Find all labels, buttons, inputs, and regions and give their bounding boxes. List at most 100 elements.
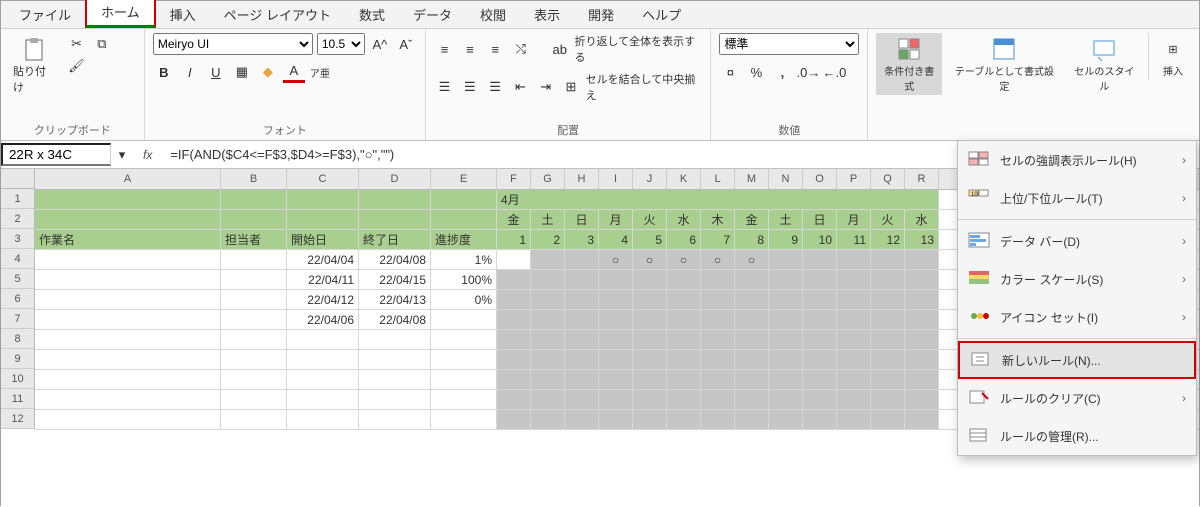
cell[interactable]: [667, 410, 701, 429]
cell-start[interactable]: 22/04/12: [287, 290, 359, 309]
cell-gantt[interactable]: [565, 270, 599, 289]
cell[interactable]: [871, 350, 905, 369]
row-header-3[interactable]: 3: [1, 229, 34, 249]
cell[interactable]: [497, 350, 531, 369]
cell[interactable]: [287, 190, 359, 209]
cell[interactable]: [905, 330, 939, 349]
cell-gantt[interactable]: [905, 290, 939, 309]
indent-dec-icon[interactable]: ⇤: [510, 76, 531, 98]
cell[interactable]: [359, 410, 431, 429]
col-header-I[interactable]: I: [599, 169, 633, 189]
cell-gantt[interactable]: ○: [599, 250, 633, 269]
cell[interactable]: [803, 330, 837, 349]
cell-gantt[interactable]: [803, 310, 837, 329]
cell-progress[interactable]: [431, 310, 497, 329]
cell-day-name[interactable]: 金: [497, 210, 531, 229]
cell-gantt[interactable]: [599, 270, 633, 289]
cell[interactable]: [837, 390, 871, 409]
col-header-P[interactable]: P: [837, 169, 871, 189]
cell[interactable]: [35, 410, 221, 429]
row-header-8[interactable]: 8: [1, 329, 34, 349]
cell[interactable]: [735, 370, 769, 389]
cell-day-num[interactable]: 5: [633, 230, 667, 249]
merge-label[interactable]: セルを結合して中央揃え: [586, 71, 703, 103]
col-header-L[interactable]: L: [701, 169, 735, 189]
cell[interactable]: [565, 330, 599, 349]
cell[interactable]: [701, 330, 735, 349]
dd-data-bars[interactable]: データ バー(D) ›: [958, 222, 1196, 260]
font-size-select[interactable]: 10.5: [317, 33, 365, 55]
row-header-2[interactable]: 2: [1, 209, 34, 229]
tab-view[interactable]: 表示: [520, 1, 574, 28]
cell-gantt[interactable]: [803, 290, 837, 309]
border-button[interactable]: ▦: [231, 61, 253, 83]
cell[interactable]: [35, 330, 221, 349]
cell-gantt[interactable]: [701, 290, 735, 309]
cell-day-num[interactable]: 7: [701, 230, 735, 249]
cell-day-num[interactable]: 4: [599, 230, 633, 249]
cell-gantt[interactable]: [701, 270, 735, 289]
cell-gantt[interactable]: [769, 250, 803, 269]
cell-gantt[interactable]: [565, 310, 599, 329]
cell-gantt[interactable]: [837, 250, 871, 269]
cell-gantt[interactable]: [565, 250, 599, 269]
cell-month[interactable]: 4月: [497, 190, 939, 209]
col-header-H[interactable]: H: [565, 169, 599, 189]
cell[interactable]: [667, 390, 701, 409]
cell[interactable]: [633, 330, 667, 349]
insert-cells-button[interactable]: ⊞ 挿入: [1155, 33, 1191, 80]
cell-gantt[interactable]: [803, 270, 837, 289]
cell[interactable]: [531, 370, 565, 389]
cell-day-num[interactable]: 3: [565, 230, 599, 249]
italic-button[interactable]: I: [179, 61, 201, 83]
cell[interactable]: [837, 330, 871, 349]
cell[interactable]: [531, 390, 565, 409]
cell[interactable]: [837, 350, 871, 369]
cell[interactable]: [599, 350, 633, 369]
align-left-icon[interactable]: ☰: [434, 76, 455, 98]
row-header-6[interactable]: 6: [1, 289, 34, 309]
cell[interactable]: [221, 270, 287, 289]
col-start[interactable]: 開始日: [287, 230, 359, 249]
cell-day-name[interactable]: 水: [667, 210, 701, 229]
col-header-D[interactable]: D: [359, 169, 431, 189]
cell-gantt[interactable]: [769, 270, 803, 289]
cell[interactable]: [359, 350, 431, 369]
percent-icon[interactable]: %: [745, 61, 767, 83]
tab-developer[interactable]: 開発: [574, 1, 628, 28]
cell[interactable]: [35, 210, 221, 229]
cell[interactable]: [769, 330, 803, 349]
cell-gantt[interactable]: [565, 290, 599, 309]
comma-icon[interactable]: ,: [771, 61, 793, 83]
cell[interactable]: [769, 390, 803, 409]
cell[interactable]: [221, 310, 287, 329]
cell[interactable]: [735, 330, 769, 349]
cell[interactable]: [497, 410, 531, 429]
tab-page-layout[interactable]: ページ レイアウト: [210, 1, 345, 28]
cell-gantt[interactable]: [633, 290, 667, 309]
cell-end[interactable]: 22/04/08: [359, 310, 431, 329]
cell-gantt[interactable]: ○: [667, 250, 701, 269]
cell[interactable]: [359, 330, 431, 349]
cell-gantt[interactable]: [531, 250, 565, 269]
cell-gantt[interactable]: [667, 270, 701, 289]
cell[interactable]: [359, 390, 431, 409]
col-header-M[interactable]: M: [735, 169, 769, 189]
cell[interactable]: [735, 350, 769, 369]
wrap-text-icon[interactable]: ab: [549, 38, 570, 60]
dd-new-rule[interactable]: 新しいルール(N)...: [958, 341, 1196, 379]
cell[interactable]: [633, 390, 667, 409]
col-header-C[interactable]: C: [287, 169, 359, 189]
cell[interactable]: [769, 350, 803, 369]
cell[interactable]: [905, 350, 939, 369]
cell[interactable]: [735, 390, 769, 409]
cell-start[interactable]: 22/04/06: [287, 310, 359, 329]
cell[interactable]: [599, 370, 633, 389]
cell[interactable]: [905, 370, 939, 389]
cell-gantt[interactable]: [599, 290, 633, 309]
font-color-button[interactable]: A: [283, 61, 305, 83]
cell[interactable]: [633, 410, 667, 429]
col-assignee[interactable]: 担当者: [221, 230, 287, 249]
cell[interactable]: [837, 410, 871, 429]
cell-gantt[interactable]: [497, 290, 531, 309]
